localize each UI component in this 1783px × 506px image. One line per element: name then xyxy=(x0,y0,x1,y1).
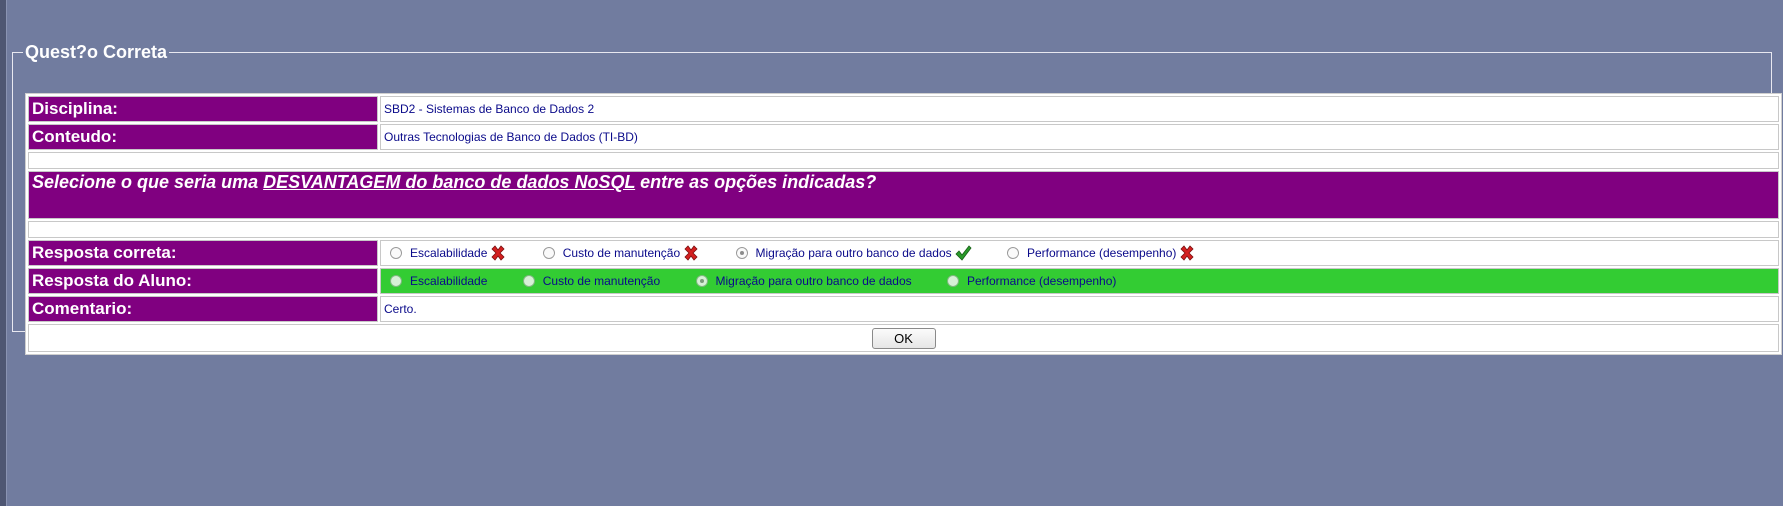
resposta-correta-options: Escalabilidade Custo de manutenção Migra… xyxy=(380,240,1779,266)
wrong-x-icon xyxy=(1180,245,1194,261)
resposta-aluno-options: Escalabilidade Custo de manutenção Migra… xyxy=(380,268,1779,294)
spacer-cell xyxy=(28,152,1779,169)
spacer-row xyxy=(28,152,1779,169)
correct-option-label: Escalabilidade xyxy=(410,246,488,260)
question-text-end: entre as opções indicadas? xyxy=(635,172,877,192)
correct-option-label: Custo de manutenção xyxy=(562,246,681,260)
correct-option-radio[interactable] xyxy=(542,247,555,259)
correct-option-label: Performance (desempenho) xyxy=(1026,246,1177,260)
student-option-label: Escalabilidade xyxy=(410,274,488,289)
wrong-x-icon xyxy=(491,245,505,261)
disciplina-label: Disciplina: xyxy=(28,96,378,122)
student-option: Performance (desempenho) xyxy=(941,274,1116,288)
row-resposta-aluno: Resposta do Aluno: Escalabilidade Custo … xyxy=(28,268,1779,294)
conteudo-value: Outras Tecnologias de Banco de Dados (TI… xyxy=(380,124,1779,150)
row-question: Selecione o que seria uma DESVANTAGEM do… xyxy=(28,171,1779,219)
question-text-emphasis: DESVANTAGEM do banco de dados NoSQL xyxy=(263,172,636,192)
student-option: Escalabilidade xyxy=(384,274,487,288)
disciplina-value: SBD2 - Sistemas de Banco de Dados 2 xyxy=(380,96,1779,122)
correct-option-radio-selected[interactable] xyxy=(735,247,748,259)
question-fieldset: Quest?o Correta Disciplina: SBD2 - Siste… xyxy=(12,42,1782,355)
question-text-start: Selecione o que seria uma xyxy=(32,172,264,192)
correct-option-radio[interactable] xyxy=(390,247,402,259)
correct-option-radio[interactable] xyxy=(1006,247,1019,259)
correct-option-label: Migração para outro banco de dados xyxy=(755,246,952,260)
correct-option: Migração para outro banco de dados xyxy=(730,244,972,262)
spacer-cell xyxy=(28,221,1779,238)
comentario-label: Comentario: xyxy=(28,296,378,322)
question-text: Selecione o que seria uma DESVANTAGEM do… xyxy=(28,171,1779,219)
student-option: Migração para outro banco de dados xyxy=(690,274,912,288)
checkmark-icon xyxy=(955,245,972,261)
correct-option: Custo de manutenção xyxy=(537,244,700,262)
student-option-radio[interactable] xyxy=(390,275,402,288)
row-resposta-correta: Resposta correta: Escalabilidade Custo d… xyxy=(28,240,1779,266)
correct-option: Performance (desempenho) xyxy=(1001,244,1196,262)
resposta-correta-label: Resposta correta: xyxy=(28,240,378,266)
student-option-radio[interactable] xyxy=(522,275,535,288)
student-option: Custo de manutenção xyxy=(517,274,660,288)
student-option-label: Custo de manutenção xyxy=(542,274,661,289)
row-ok: OK xyxy=(28,324,1779,352)
student-option-radio-selected[interactable] xyxy=(695,275,708,288)
row-disciplina: Disciplina: SBD2 - Sistemas de Banco de … xyxy=(28,96,1779,122)
ok-cell: OK xyxy=(28,324,1779,352)
correct-option: Escalabilidade xyxy=(384,244,507,262)
spacer-row xyxy=(28,221,1779,238)
question-table: Disciplina: SBD2 - Sistemas de Banco de … xyxy=(25,93,1782,355)
window-left-edge xyxy=(0,0,7,506)
student-option-label: Migração para outro banco de dados xyxy=(715,274,912,289)
fieldset-legend: Quest?o Correta xyxy=(25,42,168,62)
ok-button[interactable]: OK xyxy=(871,327,936,349)
conteudo-label: Conteudo: xyxy=(28,124,378,150)
resposta-aluno-label: Resposta do Aluno: xyxy=(28,268,378,294)
wrong-x-icon xyxy=(684,245,698,261)
comentario-value: Certo. xyxy=(380,296,1779,322)
row-comentario: Comentario: Certo. xyxy=(28,296,1779,322)
student-option-label: Performance (desempenho) xyxy=(966,274,1117,289)
row-conteudo: Conteudo: Outras Tecnologias de Banco de… xyxy=(28,124,1779,150)
student-option-radio[interactable] xyxy=(946,275,959,288)
